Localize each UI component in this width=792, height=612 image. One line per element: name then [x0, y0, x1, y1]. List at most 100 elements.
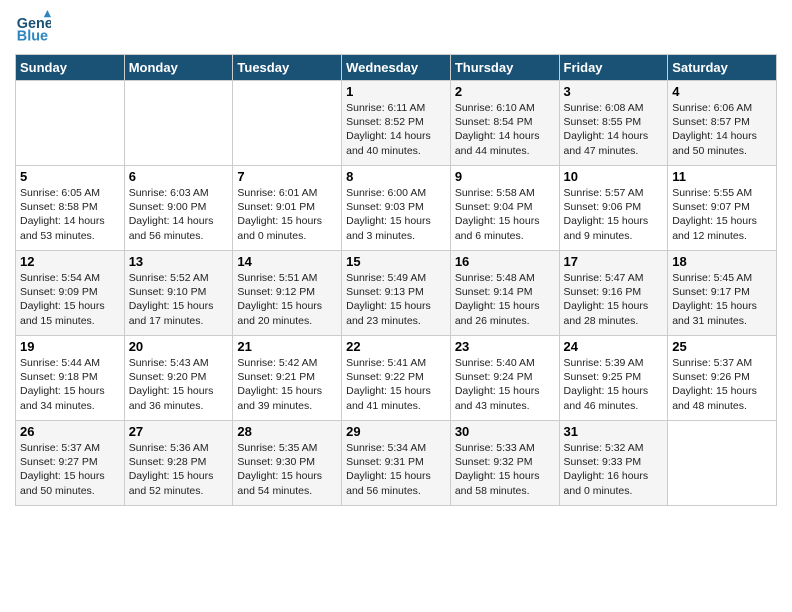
day-info: Sunrise: 5:48 AM Sunset: 9:14 PM Dayligh…: [455, 271, 555, 328]
day-number: 13: [129, 254, 229, 269]
day-info: Sunrise: 5:55 AM Sunset: 9:07 PM Dayligh…: [672, 186, 772, 243]
calendar-cell: [233, 81, 342, 166]
calendar-cell: 9Sunrise: 5:58 AM Sunset: 9:04 PM Daylig…: [450, 166, 559, 251]
day-info: Sunrise: 6:05 AM Sunset: 8:58 PM Dayligh…: [20, 186, 120, 243]
day-info: Sunrise: 5:35 AM Sunset: 9:30 PM Dayligh…: [237, 441, 337, 498]
day-number: 19: [20, 339, 120, 354]
calendar-cell: 31 Sunrise: 5:32 AM Sunset: 9:33 PM Dayli…: [559, 421, 668, 506]
calendar-cell: 27Sunrise: 5:36 AM Sunset: 9:28 PM Dayli…: [124, 421, 233, 506]
day-info: Sunrise: 5:32 AM Sunset: 9:33 PM Dayligh…: [564, 441, 664, 498]
day-number: 26: [20, 424, 120, 439]
day-info: Sunrise: 5:37 AM Sunset: 9:27 PM Dayligh…: [20, 441, 120, 498]
day-number: 30: [455, 424, 555, 439]
weekday-header-tuesday: Tuesday: [233, 55, 342, 81]
day-info: Sunrise: 6:08 AM Sunset: 8:55 PM Dayligh…: [564, 101, 664, 158]
day-info: Sunrise: 5:47 AM Sunset: 9:16 PM Dayligh…: [564, 271, 664, 328]
day-info: Sunrise: 5:57 AM Sunset: 9:06 PM Dayligh…: [564, 186, 664, 243]
weekday-header-saturday: Saturday: [668, 55, 777, 81]
day-number: 11: [672, 169, 772, 184]
day-info: Sunrise: 5:40 AM Sunset: 9:24 PM Dayligh…: [455, 356, 555, 413]
day-number: 28: [237, 424, 337, 439]
calendar-cell: 5 Sunrise: 6:05 AM Sunset: 8:58 PM Daylig…: [16, 166, 125, 251]
day-number: 31: [564, 424, 664, 439]
day-info: Sunrise: 5:43 AM Sunset: 9:20 PM Dayligh…: [129, 356, 229, 413]
day-number: 8: [346, 169, 446, 184]
day-info: Sunrise: 5:34 AM Sunset: 9:31 PM Dayligh…: [346, 441, 446, 498]
day-info: Sunrise: 6:10 AM Sunset: 8:54 PM Dayligh…: [455, 101, 555, 158]
calendar-cell: 23 Sunrise: 5:40 AM Sunset: 9:24 PM Dayli…: [450, 336, 559, 421]
calendar-cell: 22 Sunrise: 5:41 AM Sunset: 9:22 PM Dayli…: [342, 336, 451, 421]
day-info: Sunrise: 5:37 AM Sunset: 9:26 PM Dayligh…: [672, 356, 772, 413]
svg-text:Blue: Blue: [17, 29, 48, 45]
day-number: 20: [129, 339, 229, 354]
day-info: Sunrise: 5:33 AM Sunset: 9:32 PM Dayligh…: [455, 441, 555, 498]
calendar-cell: 30 Sunrise: 5:33 AM Sunset: 9:32 PM Dayli…: [450, 421, 559, 506]
day-info: Sunrise: 5:36 AM Sunset: 9:28 PM Dayligh…: [129, 441, 229, 498]
calendar-week-row: 5 Sunrise: 6:05 AM Sunset: 8:58 PM Daylig…: [16, 166, 777, 251]
day-number: 12: [20, 254, 120, 269]
day-info: Sunrise: 5:54 AM Sunset: 9:09 PM Dayligh…: [20, 271, 120, 328]
calendar-week-row: 26 Sunrise: 5:37 AM Sunset: 9:27 PM Dayli…: [16, 421, 777, 506]
day-number: 7: [237, 169, 337, 184]
day-number: 6: [129, 169, 229, 184]
calendar-cell: 17 Sunrise: 5:47 AM Sunset: 9:16 PM Dayli…: [559, 251, 668, 336]
day-info: Sunrise: 6:00 AM Sunset: 9:03 PM Dayligh…: [346, 186, 446, 243]
day-number: 2: [455, 84, 555, 99]
day-info: Sunrise: 5:58 AM Sunset: 9:04 PM Dayligh…: [455, 186, 555, 243]
day-info: Sunrise: 6:06 AM Sunset: 8:57 PM Dayligh…: [672, 101, 772, 158]
day-info: Sunrise: 5:44 AM Sunset: 9:18 PM Dayligh…: [20, 356, 120, 413]
calendar-week-row: 19 Sunrise: 5:44 AM Sunset: 9:18 PM Dayli…: [16, 336, 777, 421]
calendar-week-row: 1 Sunrise: 6:11 AM Sunset: 8:52 PM Daylig…: [16, 81, 777, 166]
day-info: Sunrise: 5:51 AM Sunset: 9:12 PM Dayligh…: [237, 271, 337, 328]
calendar-cell: 14 Sunrise: 5:51 AM Sunset: 9:12 PM Dayli…: [233, 251, 342, 336]
day-number: 24: [564, 339, 664, 354]
calendar-cell: 24 Sunrise: 5:39 AM Sunset: 9:25 PM Dayli…: [559, 336, 668, 421]
weekday-header-row: SundayMondayTuesdayWednesdayThursdayFrid…: [16, 55, 777, 81]
calendar-table: SundayMondayTuesdayWednesdayThursdayFrid…: [15, 54, 777, 506]
calendar-cell: 10 Sunrise: 5:57 AM Sunset: 9:06 PM Dayli…: [559, 166, 668, 251]
calendar-cell: 29 Sunrise: 5:34 AM Sunset: 9:31 PM Dayli…: [342, 421, 451, 506]
day-info: Sunrise: 5:41 AM Sunset: 9:22 PM Dayligh…: [346, 356, 446, 413]
day-info: Sunrise: 6:01 AM Sunset: 9:01 PM Dayligh…: [237, 186, 337, 243]
day-number: 18: [672, 254, 772, 269]
day-info: Sunrise: 6:03 AM Sunset: 9:00 PM Dayligh…: [129, 186, 229, 243]
day-info: Sunrise: 5:39 AM Sunset: 9:25 PM Dayligh…: [564, 356, 664, 413]
calendar-cell: 13 Sunrise: 5:52 AM Sunset: 9:10 PM Dayli…: [124, 251, 233, 336]
day-number: 4: [672, 84, 772, 99]
day-number: 21: [237, 339, 337, 354]
weekday-header-sunday: Sunday: [16, 55, 125, 81]
calendar-cell: [668, 421, 777, 506]
page-header: General Blue: [15, 10, 777, 46]
day-number: 14: [237, 254, 337, 269]
day-info: Sunrise: 5:49 AM Sunset: 9:13 PM Dayligh…: [346, 271, 446, 328]
weekday-header-thursday: Thursday: [450, 55, 559, 81]
day-number: 1: [346, 84, 446, 99]
calendar-cell: [124, 81, 233, 166]
calendar-cell: 4 Sunrise: 6:06 AM Sunset: 8:57 PM Daylig…: [668, 81, 777, 166]
calendar-cell: 26 Sunrise: 5:37 AM Sunset: 9:27 PM Dayli…: [16, 421, 125, 506]
day-number: 10: [564, 169, 664, 184]
day-number: 29: [346, 424, 446, 439]
weekday-header-friday: Friday: [559, 55, 668, 81]
day-number: 5: [20, 169, 120, 184]
calendar-cell: 6 Sunrise: 6:03 AM Sunset: 9:00 PM Daylig…: [124, 166, 233, 251]
day-number: 17: [564, 254, 664, 269]
calendar-cell: 12 Sunrise: 5:54 AM Sunset: 9:09 PM Dayli…: [16, 251, 125, 336]
day-number: 3: [564, 84, 664, 99]
day-number: 22: [346, 339, 446, 354]
weekday-header-monday: Monday: [124, 55, 233, 81]
day-number: 23: [455, 339, 555, 354]
calendar-cell: 3 Sunrise: 6:08 AM Sunset: 8:55 PM Daylig…: [559, 81, 668, 166]
calendar-cell: 20 Sunrise: 5:43 AM Sunset: 9:20 PM Dayli…: [124, 336, 233, 421]
day-info: Sunrise: 5:42 AM Sunset: 9:21 PM Dayligh…: [237, 356, 337, 413]
calendar-cell: 25 Sunrise: 5:37 AM Sunset: 9:26 PM Dayli…: [668, 336, 777, 421]
day-info: Sunrise: 5:52 AM Sunset: 9:10 PM Dayligh…: [129, 271, 229, 328]
day-info: Sunrise: 6:11 AM Sunset: 8:52 PM Dayligh…: [346, 101, 446, 158]
calendar-cell: 16Sunrise: 5:48 AM Sunset: 9:14 PM Dayli…: [450, 251, 559, 336]
day-number: 25: [672, 339, 772, 354]
calendar-cell: 19 Sunrise: 5:44 AM Sunset: 9:18 PM Dayli…: [16, 336, 125, 421]
logo: General Blue: [15, 10, 55, 46]
calendar-cell: 28 Sunrise: 5:35 AM Sunset: 9:30 PM Dayli…: [233, 421, 342, 506]
calendar-cell: 15Sunrise: 5:49 AM Sunset: 9:13 PM Dayli…: [342, 251, 451, 336]
calendar-week-row: 12 Sunrise: 5:54 AM Sunset: 9:09 PM Dayli…: [16, 251, 777, 336]
